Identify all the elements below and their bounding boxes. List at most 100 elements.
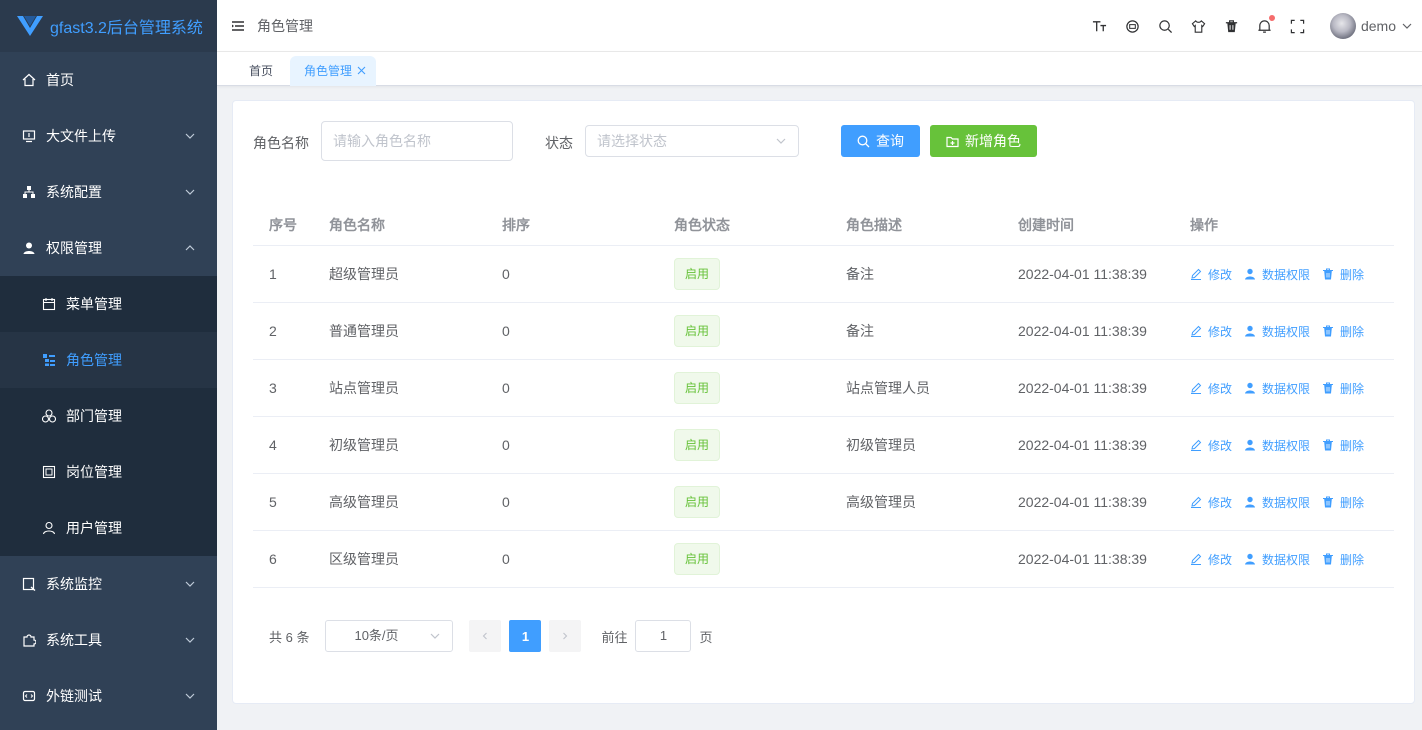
data-permission-label: 数据权限 bbox=[1262, 324, 1311, 339]
status-badge: 启用 bbox=[674, 543, 721, 575]
trash-icon[interactable] bbox=[1223, 18, 1239, 34]
user-name[interactable]: demo bbox=[1361, 18, 1396, 34]
pagination-total: 共 6 条 bbox=[269, 629, 310, 645]
sidebar-item-role[interactable]: 角色管理 bbox=[0, 332, 217, 388]
delete-icon bbox=[1323, 553, 1334, 565]
data-permission-button[interactable]: 数据权限 bbox=[1244, 380, 1310, 397]
sidebar-item-label: 用户管理 bbox=[66, 520, 122, 536]
delete-button[interactable]: 删除 bbox=[1322, 380, 1364, 397]
cell-id: 2 bbox=[269, 323, 277, 339]
top-navbar: 角色管理 demo bbox=[217, 0, 1422, 52]
sidebar-item-user[interactable]: 用户管理 bbox=[0, 500, 217, 556]
cell-status: 启用 bbox=[674, 372, 846, 404]
sidebar-item-link-test[interactable]: 外链测试 bbox=[0, 668, 217, 724]
sidebar-item-label: 部门管理 bbox=[66, 408, 122, 424]
user-icon bbox=[1245, 268, 1256, 280]
breadcrumb: 角色管理 bbox=[257, 17, 313, 34]
delete-button[interactable]: 删除 bbox=[1322, 437, 1364, 454]
edit-button[interactable]: 修改 bbox=[1190, 494, 1232, 511]
sidebar-item-monitor[interactable]: 系统监控 bbox=[0, 556, 217, 612]
bell-icon[interactable] bbox=[1256, 15, 1276, 34]
delete-button[interactable]: 删除 bbox=[1322, 551, 1364, 568]
edit-icon bbox=[1191, 553, 1202, 565]
pagination: 共 6 条 10条/页 1 前往 1 页 bbox=[269, 620, 713, 652]
page-number-current[interactable]: 1 bbox=[509, 620, 542, 652]
cell-created-time: 2022-04-01 11:38:39 bbox=[1018, 323, 1147, 339]
close-icon[interactable] bbox=[357, 66, 366, 75]
sidebar-item-permission[interactable]: 权限管理 bbox=[0, 220, 217, 276]
next-page-button[interactable] bbox=[549, 620, 582, 652]
edit-button[interactable]: 修改 bbox=[1190, 323, 1232, 340]
cell-actions: 修改 数据权限 删除 bbox=[1190, 437, 1394, 454]
user-icon bbox=[42, 521, 56, 535]
column-header: 序号 bbox=[269, 216, 297, 233]
font-size-icon[interactable] bbox=[1091, 18, 1107, 34]
hamburger-icon[interactable] bbox=[231, 19, 245, 33]
fullscreen-icon[interactable] bbox=[1289, 18, 1305, 34]
link-icon bbox=[22, 689, 36, 703]
puzzle-icon bbox=[22, 633, 36, 647]
data-permission-button[interactable]: 数据权限 bbox=[1244, 266, 1310, 283]
data-permission-button[interactable]: 数据权限 bbox=[1244, 551, 1310, 568]
edit-icon bbox=[1191, 382, 1202, 394]
tab-label: 角色管理 bbox=[304, 64, 353, 78]
cell-created-time: 2022-04-01 11:38:39 bbox=[1018, 551, 1147, 567]
chevron-up-icon bbox=[185, 245, 195, 251]
delete-button[interactable]: 删除 bbox=[1322, 266, 1364, 283]
sidebar-item-menu[interactable]: 菜单管理 bbox=[0, 276, 217, 332]
sidebar-item-upload[interactable]: 大文件上传 bbox=[0, 108, 217, 164]
column-header: 角色状态 bbox=[674, 216, 730, 233]
cell-status: 启用 bbox=[674, 543, 846, 575]
layout-icon[interactable] bbox=[1124, 18, 1140, 34]
app-logo[interactable]: gfast3.2后台管理系统 bbox=[0, 0, 217, 52]
edit-button[interactable]: 修改 bbox=[1190, 380, 1232, 397]
table-row: 2 普通管理员 0 启用 备注 2022-04-01 11:38:39 修改 数据权限 删除 bbox=[253, 303, 1394, 360]
config-icon bbox=[22, 185, 36, 199]
header-actions: demo bbox=[1083, 0, 1422, 52]
skin-icon[interactable] bbox=[1190, 18, 1206, 34]
delete-icon bbox=[1323, 496, 1334, 508]
cell-actions: 修改 数据权限 删除 bbox=[1190, 266, 1394, 283]
user-icon bbox=[1245, 382, 1256, 394]
data-permission-label: 数据权限 bbox=[1262, 267, 1311, 282]
prev-page-button[interactable] bbox=[469, 620, 502, 652]
sidebar-item-tools[interactable]: 系统工具 bbox=[0, 612, 217, 668]
sidebar-item-home[interactable]: 首页 bbox=[0, 52, 217, 108]
tab-role-management[interactable]: 角色管理 bbox=[290, 56, 377, 86]
data-permission-button[interactable]: 数据权限 bbox=[1244, 437, 1310, 454]
cell-created-time: 2022-04-01 11:38:39 bbox=[1018, 266, 1147, 282]
edit-button[interactable]: 修改 bbox=[1190, 551, 1232, 568]
chevron-down-icon[interactable] bbox=[1402, 21, 1412, 31]
column-header: 创建时间 bbox=[1018, 216, 1074, 233]
delete-button[interactable]: 删除 bbox=[1322, 494, 1364, 511]
cell-description: 备注 bbox=[846, 266, 874, 282]
delete-button[interactable]: 删除 bbox=[1322, 323, 1364, 340]
folder-add-icon bbox=[946, 136, 959, 147]
sidebar-item-config[interactable]: 系统配置 bbox=[0, 164, 217, 220]
data-permission-button[interactable]: 数据权限 bbox=[1244, 494, 1310, 511]
user-shield-icon bbox=[22, 241, 36, 255]
cell-actions: 修改 数据权限 删除 bbox=[1190, 551, 1394, 568]
role-name-input[interactable]: 请输入角色名称 bbox=[321, 121, 513, 161]
status-placeholder: 请选择状态 bbox=[597, 133, 667, 149]
delete-icon bbox=[1323, 382, 1334, 394]
cell-created-time: 2022-04-01 11:38:39 bbox=[1018, 494, 1147, 510]
cell-created-time: 2022-04-01 11:38:39 bbox=[1018, 437, 1147, 453]
edit-button[interactable]: 修改 bbox=[1190, 266, 1232, 283]
status-select[interactable]: 请选择状态 bbox=[585, 125, 799, 157]
search-icon[interactable] bbox=[1157, 18, 1173, 34]
cell-created-time: 2022-04-01 11:38:39 bbox=[1018, 380, 1147, 396]
avatar[interactable] bbox=[1329, 13, 1356, 39]
sidebar-item-post[interactable]: 岗位管理 bbox=[0, 444, 217, 500]
edit-button[interactable]: 修改 bbox=[1190, 437, 1232, 454]
goto-page-input[interactable]: 1 bbox=[635, 620, 692, 652]
sidebar-item-label: 外链测试 bbox=[46, 688, 102, 704]
tab-home[interactable]: 首页 bbox=[235, 56, 287, 86]
role-table: 序号 角色名称 排序 角色状态 角色描述 创建时间 操作 1 超级管理员 0 启用 备注… bbox=[253, 204, 1394, 588]
status-badge: 启用 bbox=[674, 486, 721, 518]
page-size-select[interactable]: 10条/页 bbox=[325, 620, 454, 652]
add-role-button[interactable]: 新增角色 bbox=[930, 125, 1037, 157]
data-permission-button[interactable]: 数据权限 bbox=[1244, 323, 1310, 340]
query-button[interactable]: 查询 bbox=[841, 125, 920, 157]
sidebar-item-dept[interactable]: 部门管理 bbox=[0, 388, 217, 444]
